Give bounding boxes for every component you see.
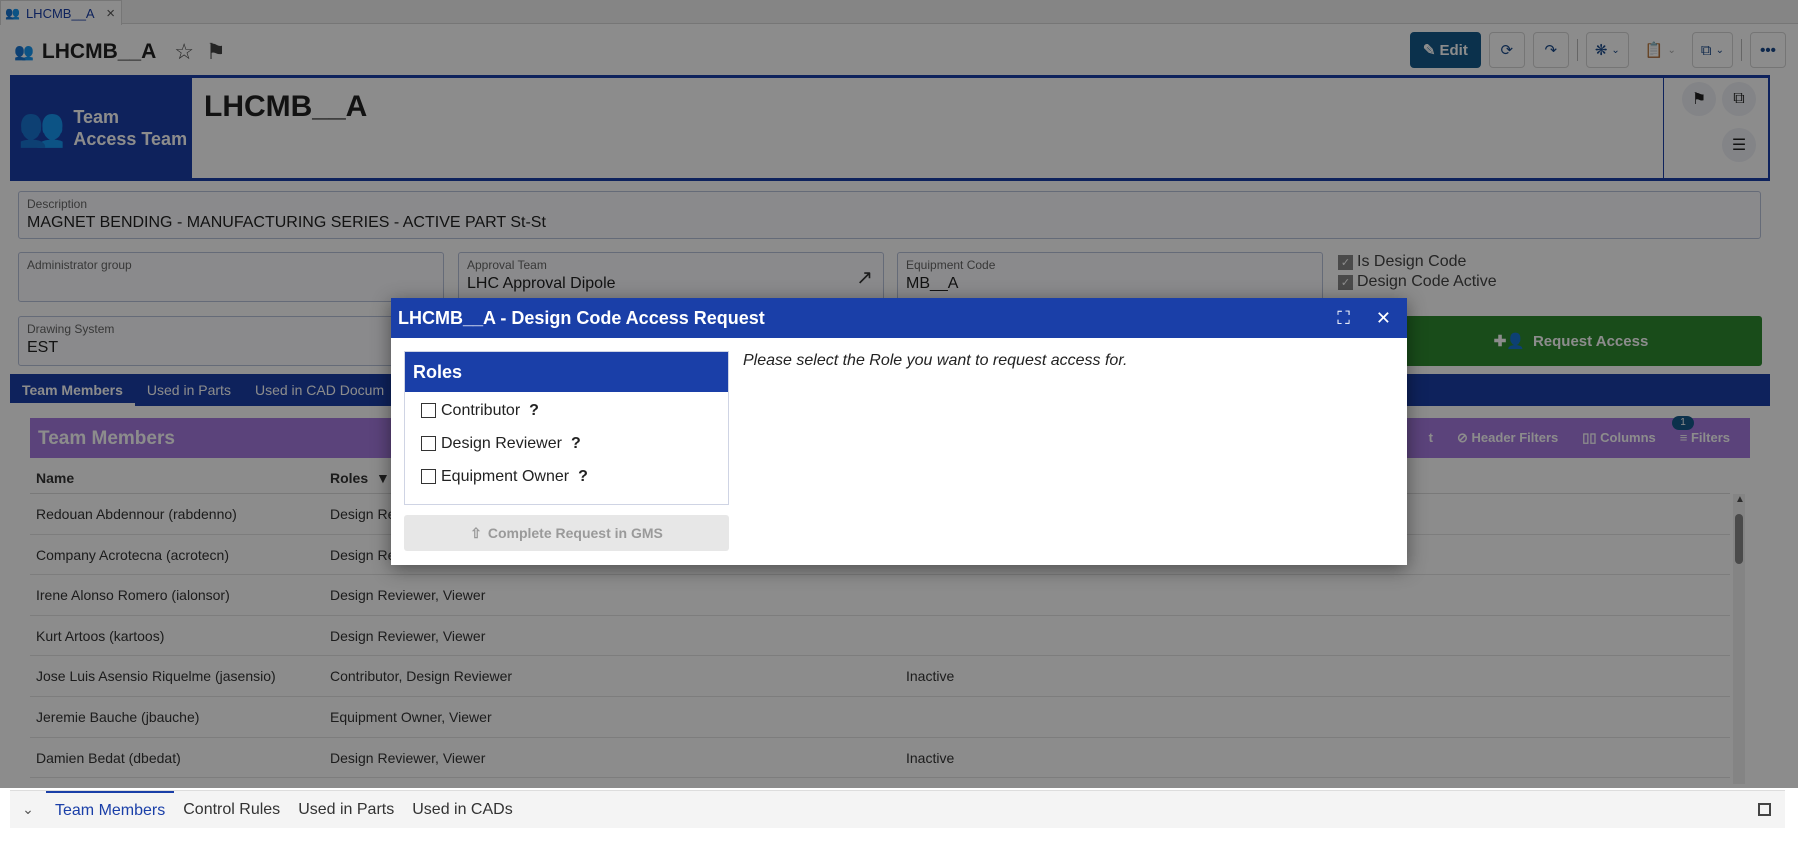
maximize-icon[interactable]: ⛶ — [1337, 308, 1350, 329]
complete-request-button[interactable]: ⇧ Complete Request in GMS — [404, 515, 729, 551]
maximize-panel-icon[interactable] — [1758, 803, 1771, 816]
help-icon[interactable]: ? — [578, 468, 588, 486]
access-request-dialog: LHCMB__A - Design Code Access Request ⛶ … — [391, 298, 1407, 565]
help-icon[interactable]: ? — [529, 402, 539, 420]
complete-request-label: Complete Request in GMS — [487, 525, 663, 541]
dialog-controls: ⛶ ✕ — [1337, 308, 1391, 329]
bottom-tab-used-in-parts[interactable]: Used in Parts — [289, 791, 403, 829]
bottom-tab-team-members[interactable]: Team Members — [46, 790, 175, 829]
bottom-panel-tabs: ⌄ Team Members Control Rules Used in Par… — [10, 790, 1785, 828]
checkbox[interactable] — [421, 403, 436, 418]
close-icon[interactable]: ✕ — [1376, 308, 1391, 329]
bottom-tab-control-rules[interactable]: Control Rules — [174, 791, 289, 829]
roles-panel: Roles Contributor ? Design Reviewer ? Eq… — [404, 351, 729, 505]
role-label: Contributor — [441, 401, 521, 419]
role-option-equipment-owner[interactable]: Equipment Owner ? — [405, 460, 728, 493]
role-option-contributor[interactable]: Contributor ? — [405, 394, 728, 427]
checkbox[interactable] — [421, 436, 436, 451]
roles-panel-title: Roles — [405, 352, 728, 392]
checkbox[interactable] — [421, 469, 436, 484]
upload-icon: ⇧ — [470, 524, 482, 541]
role-option-design-reviewer[interactable]: Design Reviewer ? — [405, 427, 728, 460]
help-icon[interactable]: ? — [571, 435, 581, 453]
collapse-chevron-icon[interactable]: ⌄ — [10, 801, 46, 818]
bottom-tab-used-in-cads[interactable]: Used in CADs — [403, 791, 521, 829]
dialog-instruction: Please select the Role you want to reque… — [743, 352, 1128, 369]
dialog-header: LHCMB__A - Design Code Access Request ⛶ … — [391, 298, 1407, 338]
dialog-title: LHCMB__A - Design Code Access Request — [398, 307, 765, 328]
role-label: Equipment Owner — [441, 467, 570, 485]
role-label: Design Reviewer — [441, 434, 562, 452]
